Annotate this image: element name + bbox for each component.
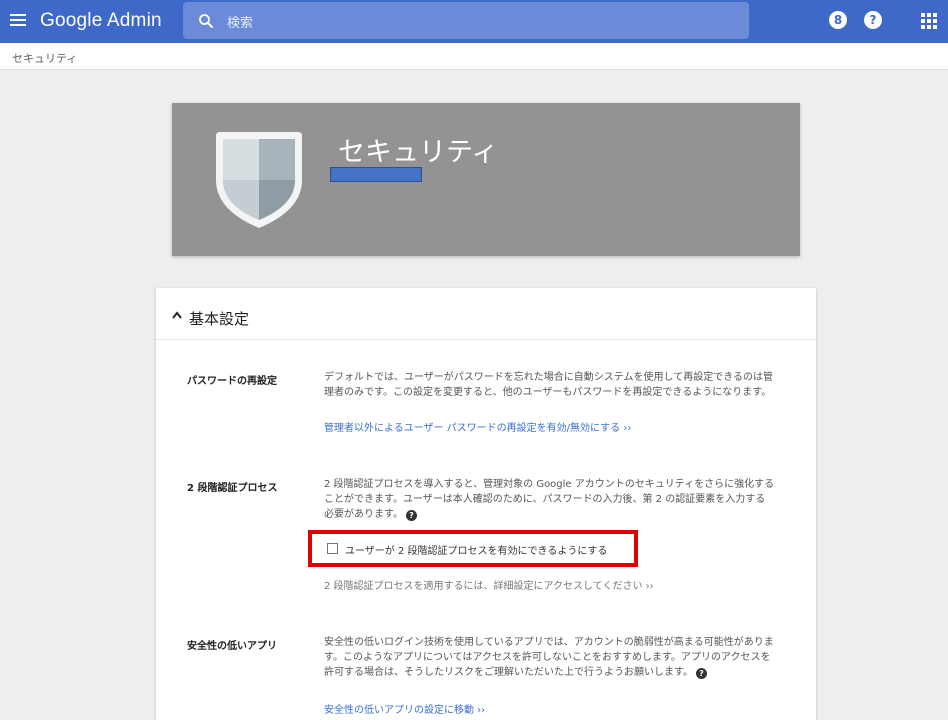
section-header[interactable]: 基本設定 [156, 288, 816, 340]
redacted-label [330, 167, 422, 182]
chevron-up-icon [172, 311, 182, 319]
help-icon[interactable]: ? [864, 11, 884, 31]
password-reset-description: デフォルトでは、ユーザーがパスワードを忘れた場合に自動システムを使用して再設定で… [324, 372, 773, 398]
section-title: 基本設定 [189, 310, 250, 328]
password-reset-link[interactable]: 管理者以外によるユーザー パスワードの再設定を有効/無効にする ›› [324, 419, 631, 434]
breadcrumb-bar: セキュリティ [0, 43, 948, 70]
two-step-advanced-link[interactable]: 2 段階認証プロセスを適用するには、詳細設定にアクセスしてください ›› [324, 577, 654, 592]
help-icon[interactable]: ? [696, 668, 707, 679]
two-step-label: 2 段階認証プロセス [187, 483, 278, 494]
apps-grid-icon[interactable] [921, 11, 941, 31]
help-icon[interactable]: ? [406, 510, 417, 521]
menu-icon[interactable] [10, 12, 28, 30]
top-app-bar: Google Admin 検索 8 ? [0, 0, 948, 43]
account-status-icon[interactable]: 8 [829, 11, 849, 31]
less-secure-apps-link[interactable]: 安全性の低いアプリの設定に移動 ›› [324, 701, 485, 716]
allow-two-step-checkbox-label[interactable]: ユーザーが 2 段階認証プロセスを有効にできるようにする [345, 542, 607, 557]
breadcrumb[interactable]: セキュリティ [12, 50, 77, 66]
search-icon [199, 14, 213, 28]
search-input[interactable]: 検索 [227, 12, 253, 31]
password-reset-label: パスワードの再設定 [187, 376, 277, 387]
app-logo[interactable]: Google Admin [40, 10, 162, 32]
basic-settings-card: 基本設定 パスワードの再設定 デフォルトでは、ユーザーがパスワードを忘れた場合に… [156, 288, 816, 720]
two-step-description: 2 段階認証プロセスを導入すると、管理対象の Google アカウントのセキュリ… [324, 479, 775, 521]
page-title: セキュリティ [338, 137, 499, 168]
less-secure-apps-label: 安全性の低いアプリ [187, 641, 277, 652]
less-secure-apps-description: 安全性の低いログイン技術を使用しているアプリでは、アカウントの脆弱性が高まる可能… [324, 637, 774, 679]
allow-two-step-checkbox[interactable] [327, 543, 338, 554]
search-box[interactable]: 検索 [183, 2, 749, 39]
page-header-card: セキュリティ [172, 103, 800, 256]
shield-icon [216, 132, 302, 228]
